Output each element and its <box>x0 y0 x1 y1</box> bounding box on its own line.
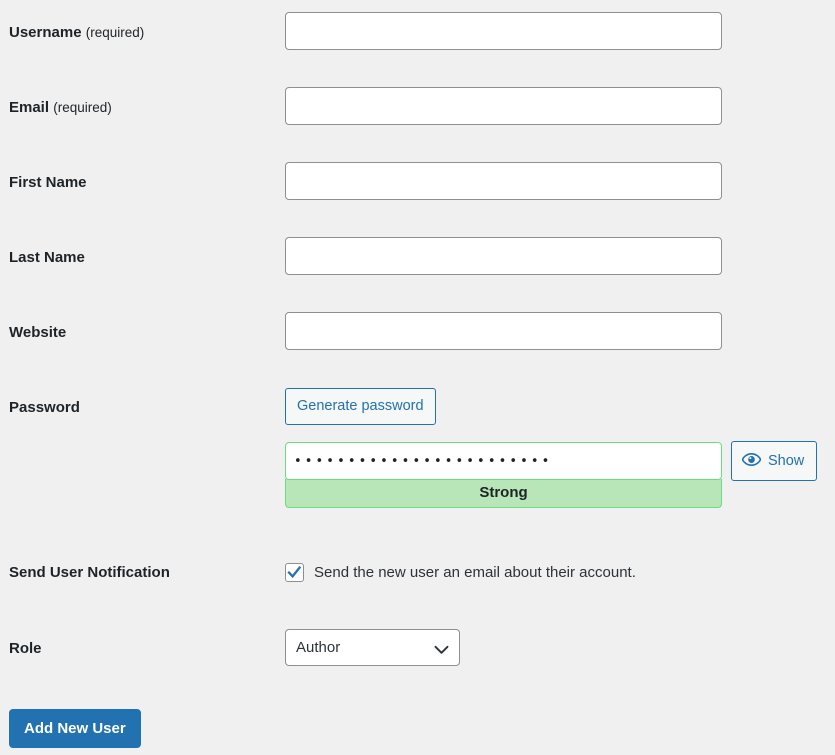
field-area-role: Author <box>285 629 460 666</box>
password-strength-indicator: Strong <box>285 479 722 508</box>
label-email-text: Email <box>9 99 50 116</box>
label-first-name: First Name <box>9 174 87 191</box>
label-password: Password <box>9 399 80 416</box>
password-input[interactable]: •••••••••••••••••••••••• <box>285 442 722 480</box>
password-field-row: •••••••••••••••••••••••• Show <box>285 441 830 481</box>
label-website: Website <box>9 324 67 341</box>
email-input[interactable] <box>285 87 722 125</box>
label-send-user-notification: Send User Notification <box>9 564 170 581</box>
password-controls: Generate password ••••••••••••••••••••••… <box>285 388 830 508</box>
checkmark-icon <box>287 565 302 579</box>
label-username-required: (required) <box>85 25 145 40</box>
website-input[interactable] <box>285 312 722 350</box>
field-area-first-name <box>285 162 722 200</box>
add-new-user-button[interactable]: Add New User <box>9 709 141 748</box>
eye-icon <box>741 452 762 470</box>
field-area-last-name <box>285 237 722 275</box>
label-email: Email (required) <box>9 99 112 117</box>
show-password-label: Show <box>768 453 805 469</box>
generate-password-button[interactable]: Generate password <box>285 388 436 425</box>
role-select[interactable]: Author <box>285 629 460 666</box>
role-select-value: Author <box>296 639 341 656</box>
label-last-name: Last Name <box>9 249 85 266</box>
label-username-text: Username <box>9 24 82 41</box>
send-notification-checkbox-label[interactable]: Send the new user an email about their a… <box>314 564 636 581</box>
field-area-website <box>285 312 722 350</box>
last-name-input[interactable] <box>285 237 722 275</box>
field-area-email <box>285 87 722 125</box>
username-input[interactable] <box>285 12 722 50</box>
send-notification-checkbox[interactable] <box>285 563 304 582</box>
show-password-button[interactable]: Show <box>731 441 818 481</box>
label-email-required: (required) <box>53 100 112 115</box>
send-notification-checkbox-row[interactable]: Send the new user an email about their a… <box>285 563 636 582</box>
chevron-down-icon <box>434 642 449 658</box>
label-username: Username (required) <box>9 24 144 42</box>
first-name-input[interactable] <box>285 162 722 200</box>
label-role: Role <box>9 640 42 657</box>
field-area-username <box>285 12 722 50</box>
